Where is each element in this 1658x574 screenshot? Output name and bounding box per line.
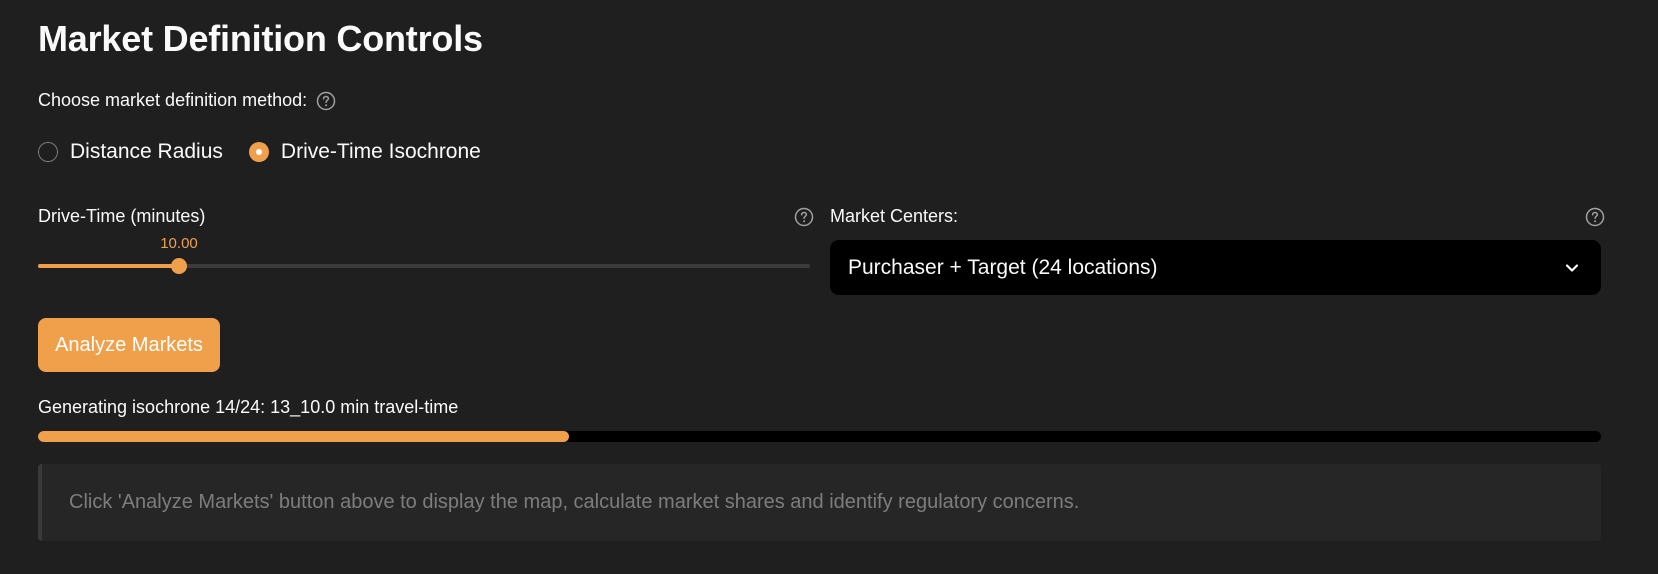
market-centers-select[interactable]: Purchaser + Target (24 locations) <box>830 240 1601 295</box>
drive-time-slider-fill <box>38 264 179 268</box>
method-radio-group: Distance Radius Drive-Time Isochrone <box>38 140 481 164</box>
market-centers-block: Market Centers: Purchaser + Target (24 l… <box>830 206 1605 295</box>
radio-button-unselected[interactable] <box>38 142 58 162</box>
radio-button-selected[interactable] <box>248 142 269 162</box>
analyze-markets-button[interactable]: Analyze Markets <box>38 318 220 372</box>
question-circle-icon[interactable] <box>794 207 814 227</box>
question-circle-icon[interactable] <box>1585 207 1605 227</box>
progress-status-text: Generating isochrone 14/24: 13_10.0 min … <box>38 397 459 417</box>
drive-time-value: 10.00 <box>160 235 198 252</box>
progress-bar <box>38 431 1601 442</box>
drive-time-slider-track[interactable] <box>38 258 810 274</box>
market-definition-page: Market Definition Controls Choose market… <box>0 0 1658 574</box>
method-label: Choose market definition method: <box>38 90 308 110</box>
radio-label-drive-time-isochrone: Drive-Time Isochrone <box>280 140 481 163</box>
radio-distance-radius[interactable]: Distance Radius <box>38 140 223 164</box>
market-centers-label: Market Centers: <box>830 206 959 226</box>
info-message-box: Click 'Analyze Markets' button above to … <box>38 464 1601 541</box>
drive-time-slider-block: Drive-Time (minutes) 10.00 <box>38 206 814 274</box>
drive-time-label: Drive-Time (minutes) <box>38 206 206 226</box>
page-title: Market Definition Controls <box>38 18 483 59</box>
progress-bar-fill <box>38 431 569 442</box>
drive-time-slider-thumb[interactable] <box>171 258 187 274</box>
chevron-down-icon[interactable] <box>1563 259 1581 277</box>
market-centers-selected-value: Purchaser + Target (24 locations) <box>848 255 1158 279</box>
info-message-text: Click 'Analyze Markets' button above to … <box>69 491 1080 513</box>
radio-drive-time-isochrone[interactable]: Drive-Time Isochrone <box>248 140 481 164</box>
question-circle-icon[interactable] <box>316 91 336 111</box>
radio-label-distance-radius: Distance Radius <box>70 140 223 163</box>
method-label-row: Choose market definition method: <box>38 90 336 111</box>
